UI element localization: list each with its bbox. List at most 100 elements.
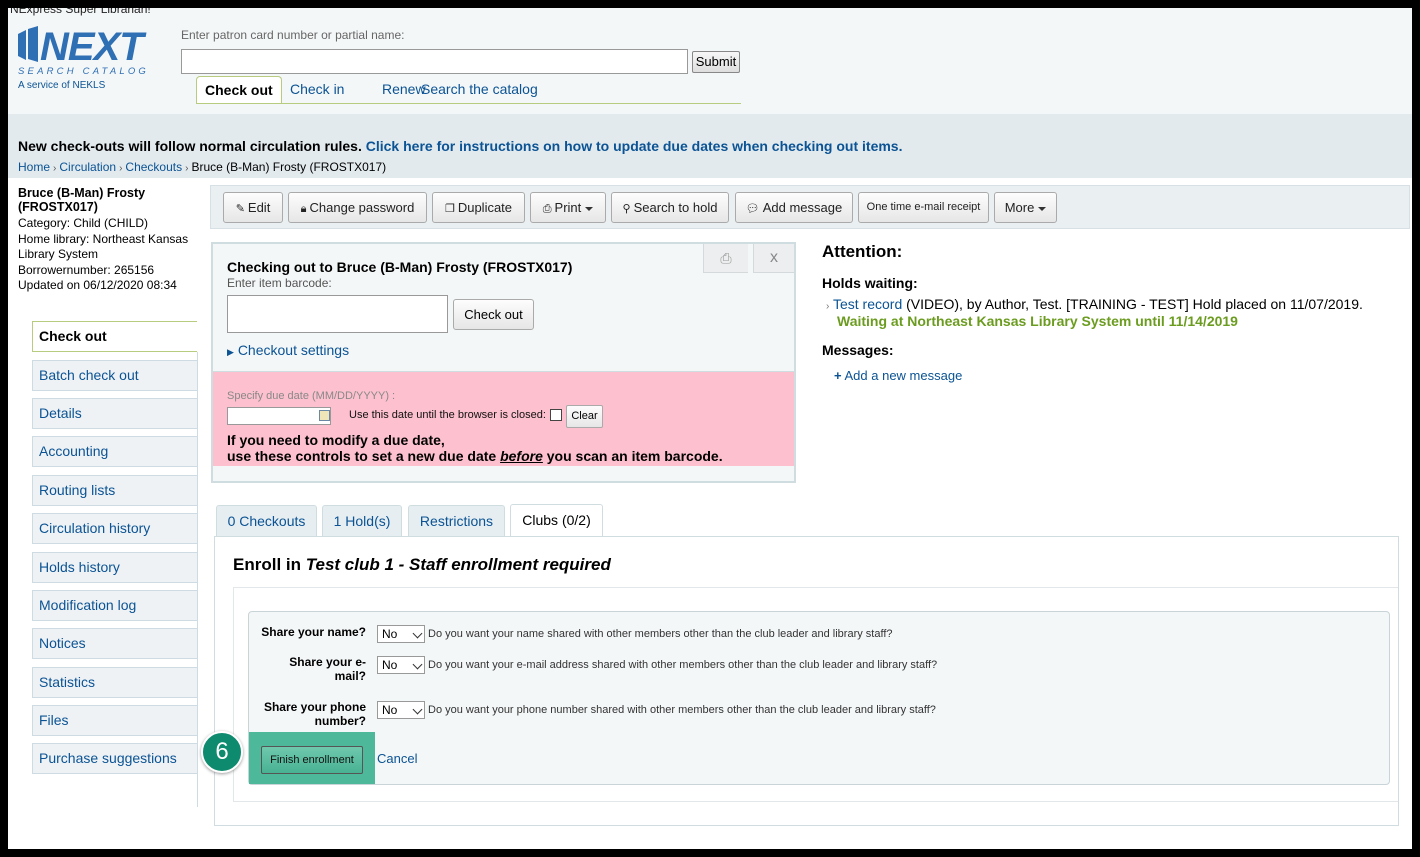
tab-check-in[interactable]: Check in (290, 76, 344, 103)
add-message-button[interactable]: 💬︎ Add message (735, 192, 853, 223)
check-out-button[interactable]: Check out (453, 299, 534, 330)
breadcrumb-separator: › (119, 163, 123, 174)
warning-emphasis: before (500, 448, 543, 464)
breadcrumb-circulation[interactable]: Circulation (59, 160, 116, 174)
due-date-warning: If you need to modify a due date, use th… (227, 432, 787, 464)
share-phone-select[interactable]: No (377, 701, 425, 719)
submit-button[interactable]: Submit (692, 51, 740, 73)
print-label: Print (554, 200, 582, 215)
sidenav-check-out[interactable]: Check out (32, 321, 197, 352)
sidenav-circulation-history[interactable]: Circulation history (32, 513, 197, 544)
share-email-value: No (382, 658, 398, 672)
tab-restrictions[interactable]: Restrictions (408, 505, 505, 537)
notice-bar: New check-outs will follow normal circul… (8, 114, 1412, 178)
plus-icon: + (834, 368, 842, 383)
tab-clubs[interactable]: Clubs (0/2) (510, 504, 603, 537)
tab-renew[interactable]: Renew (382, 76, 426, 103)
patron-category: Category: Child (CHILD) (18, 216, 149, 230)
more-button[interactable]: More (994, 192, 1057, 223)
bullet-icon: › (826, 301, 830, 312)
due-date-instructions-link[interactable]: Click here for instructions on how to up… (366, 138, 903, 154)
email-receipt-button[interactable]: One time e-mail receipt (858, 192, 989, 223)
enroll-title-prefix: Enroll in (233, 555, 306, 574)
caret-down-icon (585, 206, 594, 211)
checkout-panel: ⎙ x Checking out to Bruce (B-Man) Frosty… (211, 242, 796, 483)
search-to-hold-button[interactable]: ⚲ Search to hold (611, 192, 729, 223)
patron-updated: Updated on 06/12/2020 08:34 (18, 278, 177, 293)
printer-icon: ⎙ (720, 250, 732, 266)
patron-search-hint: Enter patron card number or partial name… (181, 28, 405, 42)
sidenav-files[interactable]: Files (32, 705, 197, 736)
edit-label: Edit (247, 200, 271, 215)
patron-borrowernumber: Borrowernumber: 265156 (18, 262, 155, 277)
patron-info: Bruce (B-Man) Frosty (FROSTX017) Categor… (18, 186, 198, 294)
due-date-label: Specify due date (MM/DD/YYYY) : (227, 390, 396, 402)
hold-entry: › Test record (VIDEO), by Author, Test. … (826, 296, 1363, 312)
patron-search-input[interactable] (181, 49, 688, 74)
holds-waiting-title: Holds waiting: (822, 275, 918, 291)
keep-date-label: Use this date until the browser is close… (349, 409, 546, 421)
add-new-message-link[interactable]: + Add a new message (834, 368, 962, 383)
item-barcode-input[interactable] (227, 295, 448, 333)
breadcrumb: Home › Circulation › Checkouts › Bruce (B-Man)… (18, 160, 386, 174)
clubs-panel: Enroll in Test club 1 - Staff enrollment… (214, 536, 1399, 826)
sidenav-accounting[interactable]: Accounting (32, 436, 197, 467)
change-password-button[interactable]: 🔒︎ Change password (288, 192, 427, 223)
checkout-settings-toggle[interactable]: ▶ Checkout settings (227, 342, 349, 358)
share-phone-value: No (382, 703, 398, 717)
share-email-select[interactable]: No (377, 656, 425, 674)
breadcrumb-checkouts[interactable]: Checkouts (125, 160, 182, 174)
print-button[interactable]: ⎙ Print (530, 192, 606, 223)
duplicate-label: Duplicate (457, 200, 513, 215)
share-name-label: Share your name? (261, 625, 366, 639)
step-badge: 6 (201, 731, 243, 773)
notice-text: New check-outs will follow normal circul… (18, 138, 362, 154)
pencil-icon: ✎ (235, 203, 245, 215)
keep-date-checkbox[interactable] (550, 409, 562, 421)
tab-check-out[interactable]: Check out (196, 76, 282, 104)
sidenav-details[interactable]: Details (32, 398, 197, 429)
share-email-help: Do you want your e-mail address shared w… (428, 659, 938, 671)
sidenav-batch-check-out[interactable]: Batch check out (32, 360, 197, 391)
sidenav-holds-history[interactable]: Holds history (32, 552, 197, 583)
lock-icon: 🔒︎ (300, 203, 307, 215)
chevron-down-icon (412, 659, 423, 670)
more-label: More (1004, 200, 1035, 215)
sidenav-purchase-suggestions[interactable]: Purchase suggestions (32, 743, 197, 774)
print-slip-button[interactable]: ⎙ (703, 244, 748, 273)
sidenav-statistics[interactable]: Statistics (32, 667, 197, 698)
due-date-input[interactable] (227, 407, 331, 425)
calendar-icon[interactable] (319, 410, 330, 421)
sidenav-notices[interactable]: Notices (32, 628, 197, 659)
share-name-help: Do you want your name shared with other … (428, 628, 893, 640)
share-email-label: Share your e-mail? (289, 655, 366, 683)
due-date-zone: Specify due date (MM/DD/YYYY) : Use this… (213, 371, 794, 466)
edit-button[interactable]: ✎ Edit (223, 192, 283, 223)
duplicate-button[interactable]: ❐ Duplicate (432, 192, 525, 223)
share-name-select[interactable]: No (377, 625, 425, 643)
clear-due-date-button[interactable]: Clear (566, 405, 603, 428)
hold-record-link[interactable]: Test record (833, 296, 902, 312)
patron-toolbar: ✎ Edit 🔒︎ Change password ❐ Duplicate ⎙ Prin… (210, 185, 1410, 229)
finish-enrollment-button[interactable]: Finish enrollment (261, 746, 363, 774)
caret-down-icon (1038, 206, 1047, 211)
sidenav-divider (197, 352, 198, 807)
copy-icon: ❐ (444, 203, 455, 215)
messages-title: Messages: (822, 342, 894, 358)
next-search-catalog-logo[interactable]: NEXT SEARCH CATALOG (18, 26, 170, 80)
attention-panel: Attention: Holds waiting: › Test record … (822, 242, 1402, 383)
cancel-link[interactable]: Cancel (377, 751, 417, 766)
close-button[interactable]: x (753, 244, 794, 273)
breadcrumb-separator: › (53, 163, 57, 174)
change-password-label: Change password (309, 200, 415, 215)
sidenav-routing-lists[interactable]: Routing lists (32, 475, 197, 506)
logo-tagline: A service of NEKLS (18, 80, 106, 91)
tab-search-catalog[interactable]: Search the catalog (421, 76, 538, 103)
logo-text: NEXT (40, 26, 147, 69)
breadcrumb-home[interactable]: Home (18, 160, 50, 174)
tab-holds[interactable]: 1 Hold(s) (322, 505, 402, 537)
enroll-form: Share your name? No Do you want your nam… (248, 611, 1390, 785)
sidenav-modification-log[interactable]: Modification log (32, 590, 197, 621)
tab-checkouts[interactable]: 0 Checkouts (216, 505, 317, 537)
share-name-value: No (382, 627, 398, 641)
